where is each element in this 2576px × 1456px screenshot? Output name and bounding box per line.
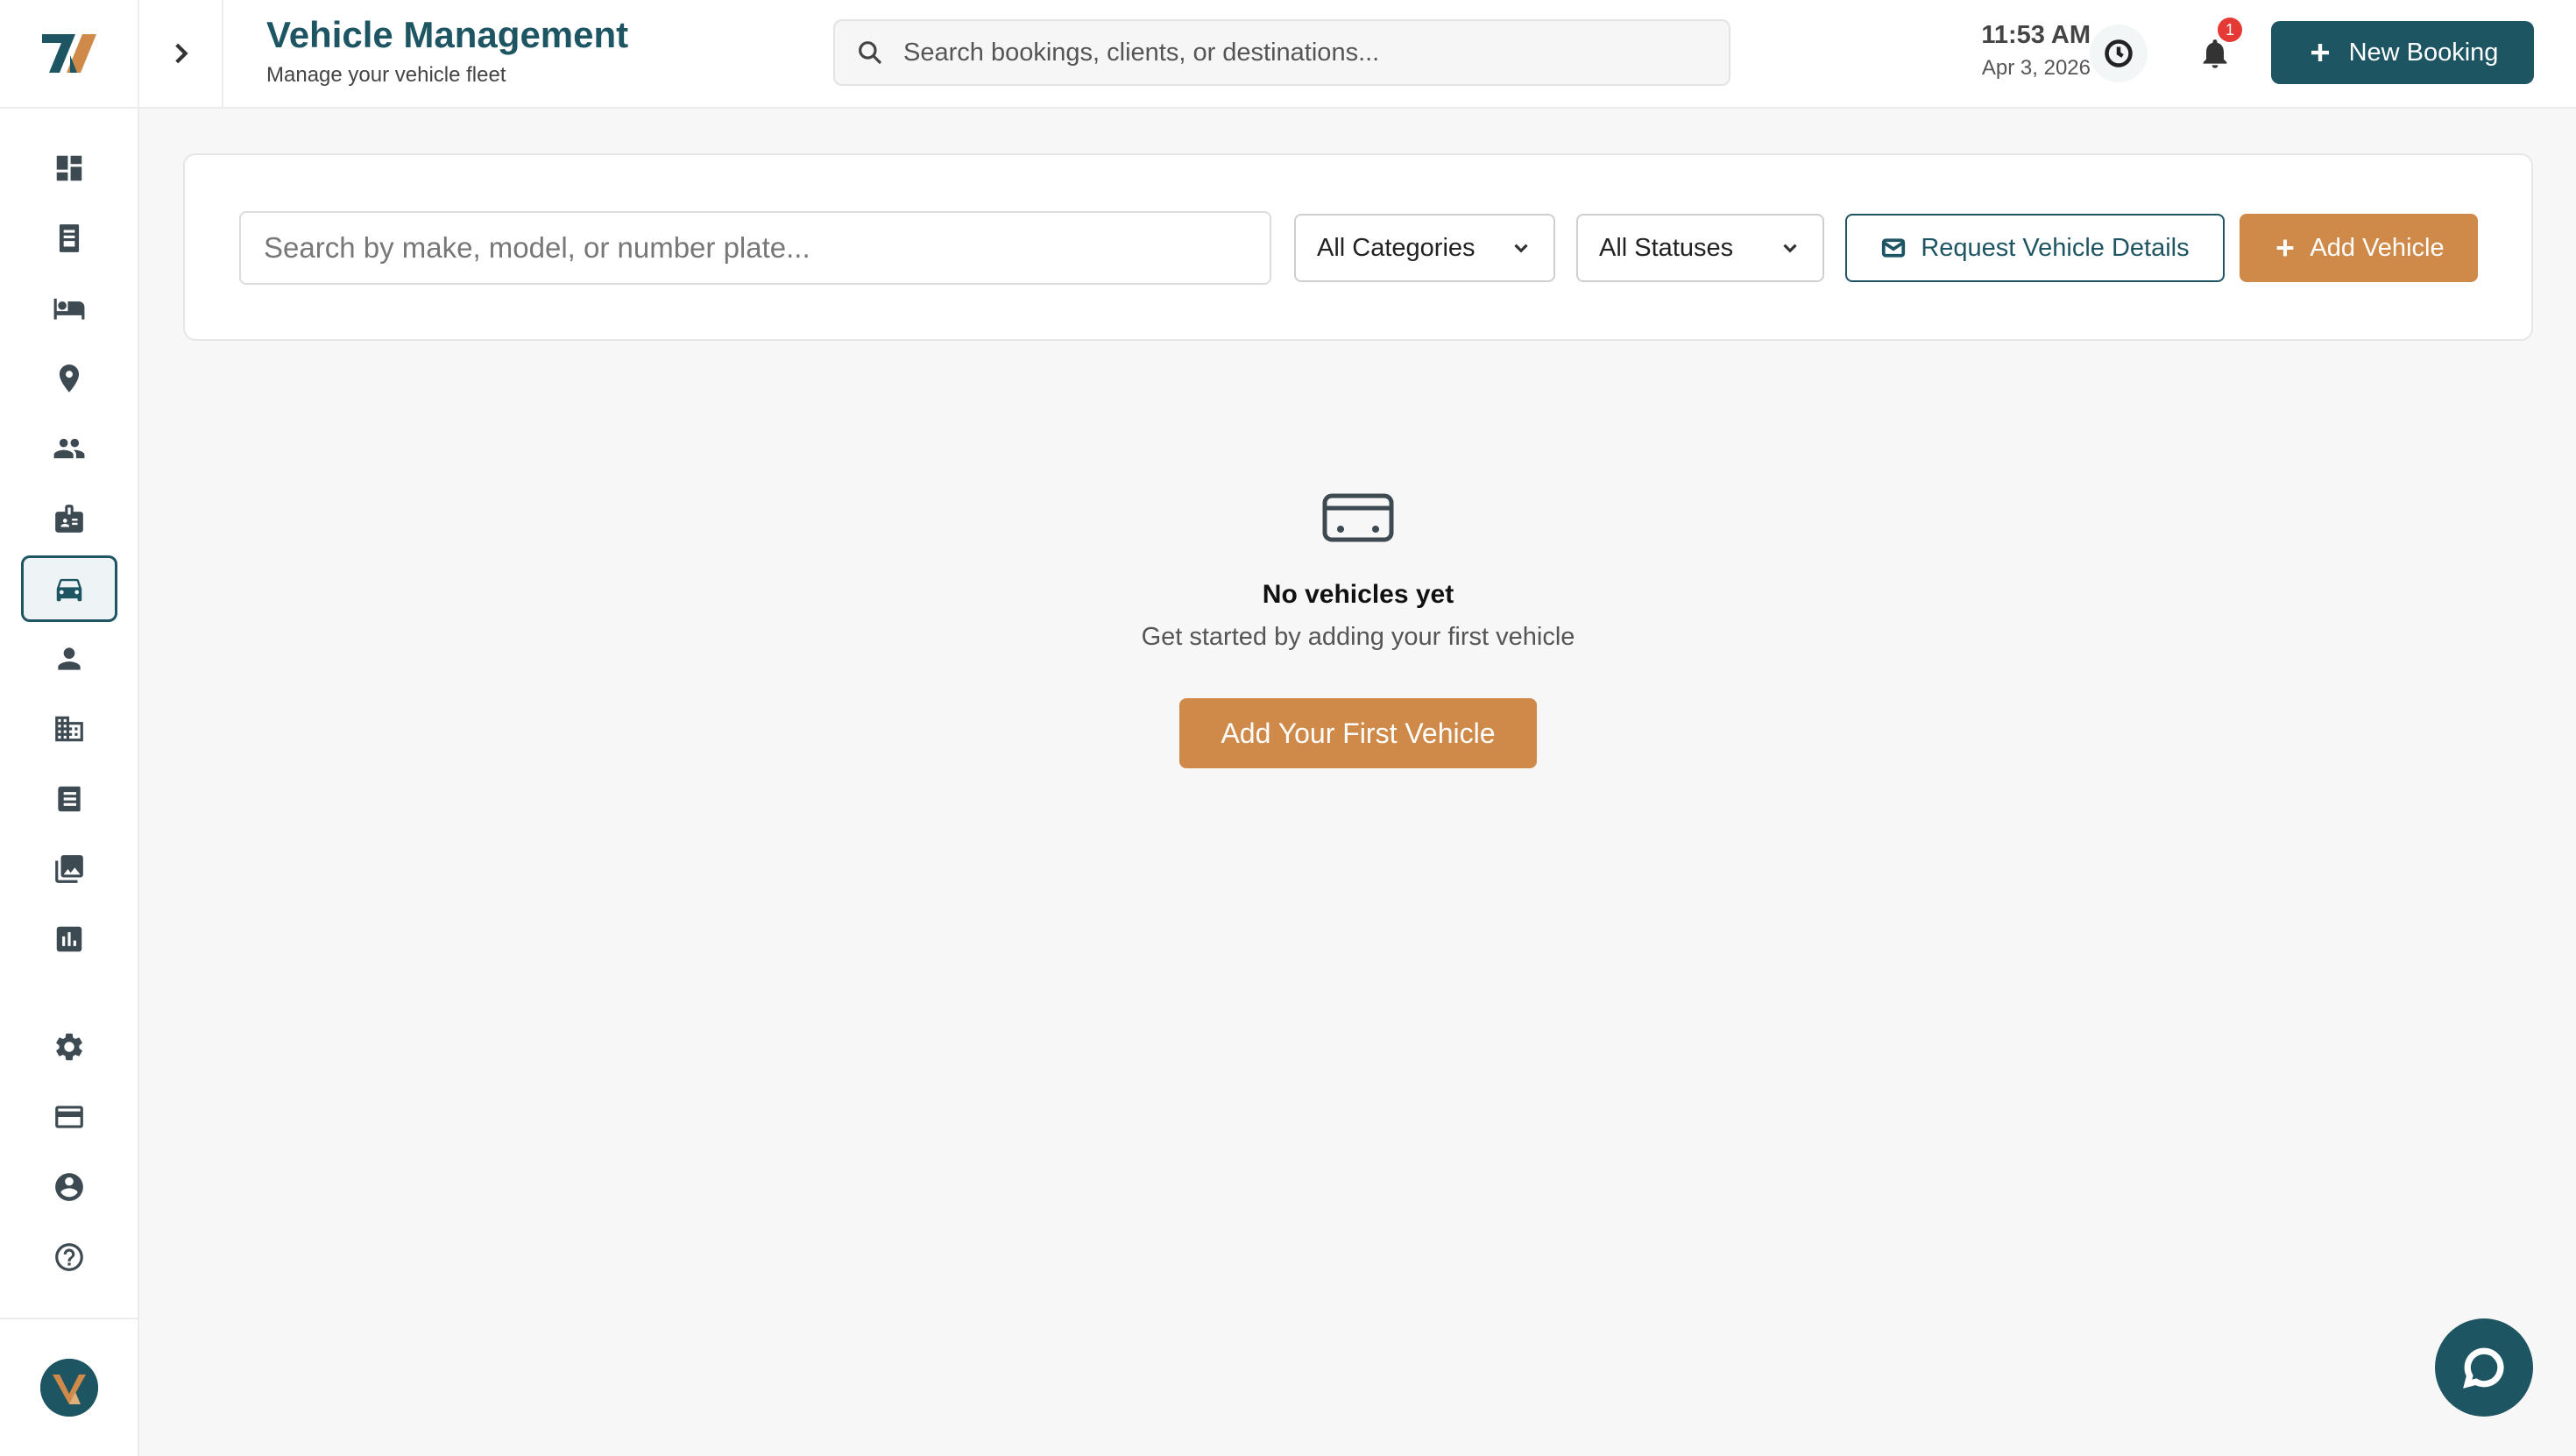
global-search[interactable] <box>833 19 1730 86</box>
sidebar-item-account[interactable] <box>21 1154 117 1220</box>
sidebar-footer <box>0 1318 138 1456</box>
sidebar-item-billing[interactable] <box>21 1084 117 1150</box>
request-vehicle-details-button[interactable]: Request Vehicle Details <box>1845 214 2225 282</box>
empty-state-text: Get started by adding your first vehicle <box>1141 623 1575 651</box>
person-icon <box>58 647 81 670</box>
account-circle-icon <box>55 1173 83 1201</box>
status-select-value: All Statuses <box>1599 233 1734 262</box>
status-select[interactable]: All Statuses <box>1576 214 1824 282</box>
chevron-right-icon <box>175 43 188 64</box>
history-button[interactable] <box>2090 25 2148 82</box>
avatar[interactable] <box>39 1359 98 1417</box>
sidebar-item-vehicles[interactable] <box>21 555 117 622</box>
sidebar-expand-button[interactable] <box>139 0 223 107</box>
clock-date: Apr 3, 2026 <box>1981 56 2091 80</box>
photo-library-icon <box>55 855 83 883</box>
logo[interactable] <box>0 0 138 109</box>
new-booking-label: New Booking <box>2348 38 2499 67</box>
bar-chart-icon <box>56 926 82 952</box>
plus-icon <box>2311 44 2329 61</box>
location-pin-icon <box>59 364 80 392</box>
app: Vehicle Management Manage your vehicle f… <box>0 0 2576 1456</box>
sidebar-item-reports[interactable] <box>21 906 117 972</box>
sidebar-item-bookings[interactable] <box>21 205 117 272</box>
sidebar-item-users[interactable] <box>21 626 117 692</box>
chevron-down-icon <box>1783 244 1797 253</box>
top-header: Vehicle Management Manage your vehicle f… <box>139 0 2576 109</box>
filter-toolbar: All Categories All Statuses Request Vehi… <box>183 153 2533 341</box>
sidebar-item-gallery[interactable] <box>21 836 117 902</box>
avatar-logo-icon <box>39 1359 98 1417</box>
add-first-vehicle-button[interactable]: Add Your First Vehicle <box>1179 698 1537 768</box>
clock-time: 11:53 AM <box>1981 21 2091 49</box>
category-select-value: All Categories <box>1317 233 1476 262</box>
chevron-down-icon <box>1514 244 1528 253</box>
sidebar-item-dashboard[interactable] <box>21 135 117 201</box>
request-vehicle-details-label: Request Vehicle Details <box>1921 233 2190 262</box>
global-search-input[interactable] <box>903 38 1692 67</box>
search-icon <box>859 41 882 65</box>
sidebar-item-companies[interactable] <box>21 696 117 762</box>
building-icon <box>55 716 83 742</box>
vehicle-search-input[interactable] <box>239 211 1271 285</box>
document-icon <box>58 786 81 812</box>
notification-badge: 1 <box>2218 18 2242 42</box>
group-icon <box>53 438 85 459</box>
clock-icon <box>2105 39 2133 67</box>
add-vehicle-label: Add Vehicle <box>2310 233 2445 262</box>
new-booking-button[interactable]: New Booking <box>2271 21 2534 84</box>
vehicle-empty-icon <box>1322 493 1394 542</box>
help-icon <box>55 1243 83 1271</box>
sidebar-item-invoices[interactable] <box>21 766 117 832</box>
empty-state-title: No vehicles yet <box>1262 580 1454 609</box>
page-subtitle: Manage your vehicle fleet <box>266 63 506 87</box>
credit-card-icon <box>55 1106 83 1128</box>
gear-icon <box>56 1033 82 1061</box>
bed-icon <box>53 298 85 320</box>
add-vehicle-button[interactable]: Add Vehicle <box>2240 214 2478 282</box>
sidebar-item-accommodation[interactable] <box>21 275 117 342</box>
chat-button[interactable] <box>2435 1318 2533 1417</box>
mail-icon <box>1882 238 1906 258</box>
dashboard-icon <box>56 155 82 181</box>
sidebar-item-help[interactable] <box>21 1224 117 1290</box>
sidebar-item-staff[interactable] <box>21 485 117 552</box>
category-select[interactable]: All Categories <box>1294 214 1555 282</box>
sidebar <box>0 0 139 1456</box>
page-title: Vehicle Management <box>266 14 629 55</box>
car-icon <box>56 578 82 602</box>
sidebar-item-settings[interactable] <box>21 1014 117 1080</box>
plus-icon <box>2277 239 2294 257</box>
chat-bubble-icon <box>2463 1347 2504 1389</box>
receipt-icon <box>59 224 80 252</box>
sidebar-item-destinations[interactable] <box>21 345 117 412</box>
id-badge-icon <box>55 505 83 533</box>
sidebar-item-clients[interactable] <box>21 415 117 482</box>
brand-logo-icon <box>41 34 96 73</box>
